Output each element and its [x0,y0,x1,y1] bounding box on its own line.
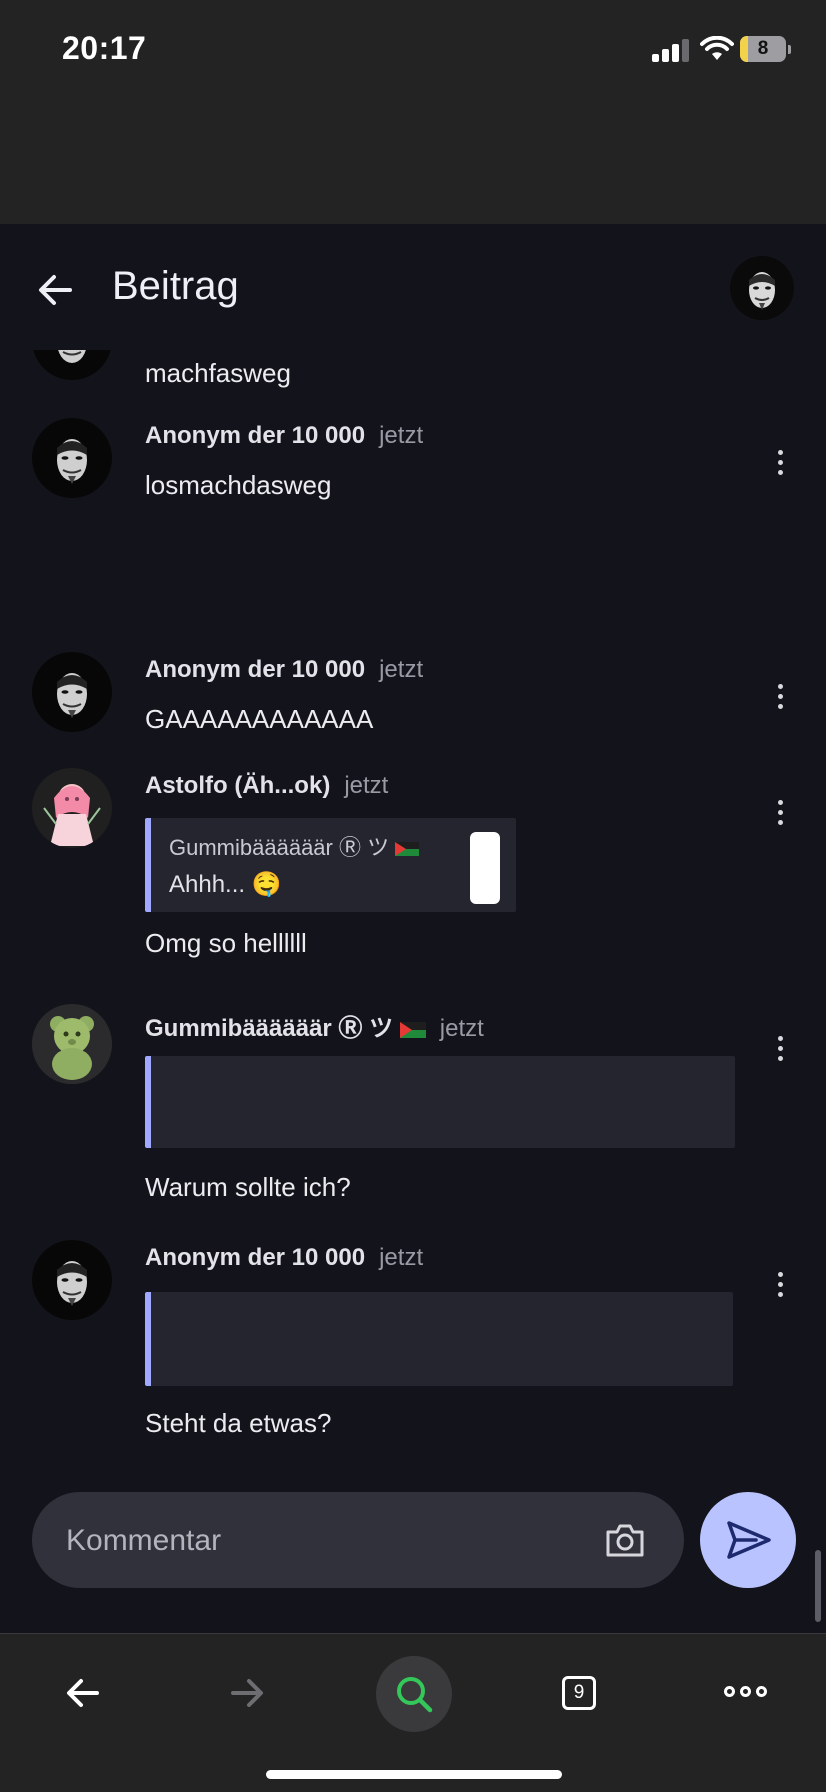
comment-composer [32,1492,684,1588]
search-icon [397,1677,433,1713]
nav-forward-icon[interactable] [228,1674,266,1712]
comment-text: Omg so hellllll [145,928,307,958]
quoted-author: Gummibäääääär Ⓡ ツ [169,830,420,862]
more-options-icon[interactable] [768,1034,792,1064]
flag-icon [395,842,420,857]
nav-back-icon[interactable] [64,1674,102,1712]
scrollbar[interactable] [815,1550,821,1622]
comment-time: jetzt [379,656,424,683]
comment-item: Anonym der 10 000 jetzt Steht da etwas? [0,1240,826,1460]
comment-author[interactable]: Astolfo (Äh...ok) jetzt [145,772,388,800]
quoted-comment[interactable] [145,1292,733,1386]
comment-author[interactable]: Anonym der 10 000 jetzt [145,422,423,450]
avatar[interactable] [32,418,112,498]
more-options-icon[interactable] [768,798,792,828]
comment-time: jetzt [379,422,424,449]
comment-item: Anonym der 10 000 jetzt GAAAAAAAAAAAA [0,652,826,752]
tab-count: 9 [573,1682,585,1703]
battery-icon: 8 [740,36,791,62]
browser-toolbar: 9 [0,1633,826,1792]
more-menu-icon[interactable] [724,1682,768,1702]
cellular-signal-icon [652,38,692,62]
quoted-image-thumbnail [470,832,500,904]
comment-author[interactable]: Gummibäääääär Ⓡ ツ jetzt [145,1008,484,1043]
comment-text: Steht da etwas? [145,1408,332,1438]
author-name[interactable]: Gummibäääääär Ⓡ ツ [145,1015,393,1042]
quoted-comment[interactable] [145,1056,735,1148]
comment-author[interactable]: Anonym der 10 000 jetzt [145,1244,423,1272]
more-options-icon[interactable] [768,1270,792,1300]
comment-text: GAAAAAAAAAAAA [145,704,374,734]
camera-icon[interactable] [604,1520,646,1560]
comment-author[interactable]: Anonym der 10 000 jetzt [145,656,423,684]
home-indicator [266,1770,562,1779]
comment-time: jetzt [379,1244,424,1271]
quoted-comment[interactable]: Gummibäääääär Ⓡ ツ Ahhh... 🤤 [145,818,516,912]
avatar[interactable] [32,1240,112,1320]
status-bar: 20:17 8 [0,0,826,224]
more-options-icon[interactable] [768,448,792,478]
comment-time: jetzt [439,1015,484,1042]
clock: 20:17 [62,30,147,66]
send-icon [727,1521,771,1559]
comment-item: Anonym der 10 000 jetzt losmachdasweg [0,418,826,568]
tabs-icon[interactable]: 9 [562,1676,596,1710]
profile-avatar[interactable] [730,256,794,320]
send-button[interactable] [700,1492,796,1588]
comment-text: Warum sollte ich? [145,1172,351,1202]
comment-feed: machfasweg Anonym der 10 000 jetzt losmac… [0,350,826,1485]
search-button[interactable] [376,1656,452,1732]
author-name[interactable]: Anonym der 10 000 [145,422,365,449]
avatar[interactable] [32,768,112,848]
author-name[interactable]: Anonym der 10 000 [145,656,365,683]
flag-icon [399,1021,426,1038]
battery-level: 8 [757,38,769,59]
app-bar: Beitrag [0,224,826,350]
author-name[interactable]: Astolfo (Äh...ok) [145,772,330,799]
avatar[interactable] [32,1004,112,1084]
comment-text: losmachdasweg [145,470,332,500]
comment-item: Gummibäääääär Ⓡ ツ jetzt Warum sollte ich… [0,1004,826,1204]
avatar[interactable] [32,350,112,380]
quoted-text: Ahhh... 🤤 [169,871,282,898]
wifi-icon [700,36,734,60]
back-arrow-icon[interactable] [34,268,78,312]
comment-text: machfasweg [145,358,291,388]
comment-time: jetzt [344,772,389,799]
page-title: Beitrag [112,264,239,308]
comment-item: Astolfo (Äh...ok) jetzt Gummibäääääär Ⓡ ツ… [0,768,826,968]
avatar[interactable] [32,652,112,732]
author-name[interactable]: Anonym der 10 000 [145,1244,365,1271]
comment-input[interactable] [64,1516,588,1566]
more-options-icon[interactable] [768,682,792,712]
comment-item: machfasweg [0,350,826,410]
